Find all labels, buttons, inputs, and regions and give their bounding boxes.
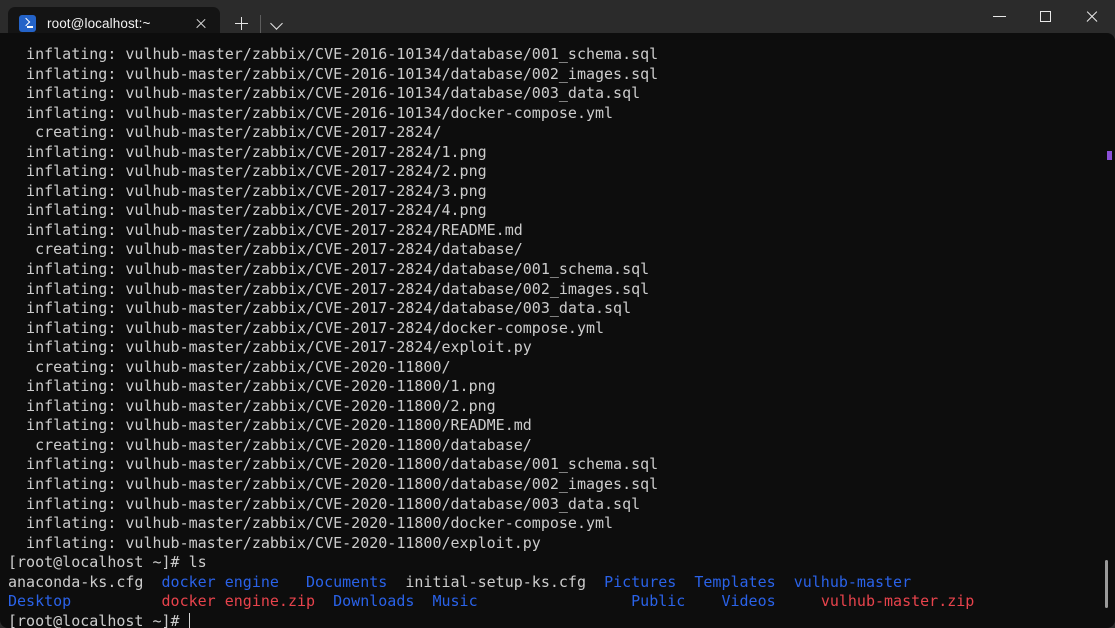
terminal-text: inflating: vulhub-master/zabbix/CVE-2020… <box>8 494 641 513</box>
terminal-line: creating: vulhub-master/zabbix/CVE-2017-… <box>8 240 1098 260</box>
terminal-text: [root@localhost ~]# <box>8 611 189 628</box>
terminal-line: inflating: vulhub-master/zabbix/CVE-2017… <box>8 201 1098 221</box>
terminal-text: creating: vulhub-master/zabbix/CVE-2017-… <box>8 123 442 142</box>
terminal-text: inflating: vulhub-master/zabbix/CVE-2020… <box>8 475 659 494</box>
terminal-line: inflating: vulhub-master/zabbix/CVE-2020… <box>8 455 1098 475</box>
terminal-text: initial-setup-ks.cfg <box>405 572 586 591</box>
text-cursor <box>188 612 191 628</box>
scrollbar-thumb[interactable] <box>1105 560 1108 608</box>
terminal-text: [root@localhost ~]# ls <box>8 553 207 572</box>
terminal-text: inflating: vulhub-master/zabbix/CVE-2020… <box>8 514 614 533</box>
terminal-text: creating: vulhub-master/zabbix/CVE-2020-… <box>8 357 451 376</box>
terminal-prompt-line: [root@localhost ~]# <box>8 612 1098 628</box>
terminal-text: inflating: vulhub-master/zabbix/CVE-2017… <box>8 220 523 239</box>
terminal-line: inflating: vulhub-master/zabbix/CVE-2016… <box>8 65 1098 85</box>
terminal-text: inflating: vulhub-master/zabbix/CVE-2020… <box>8 455 659 474</box>
terminal-text: vulhub-master.zip <box>820 592 975 611</box>
terminal-text: inflating: vulhub-master/zabbix/CVE-2017… <box>8 142 487 161</box>
terminal-text: inflating: vulhub-master/zabbix/CVE-2017… <box>8 318 605 337</box>
terminal-text: creating: vulhub-master/zabbix/CVE-2017-… <box>8 240 523 259</box>
terminal-line: inflating: vulhub-master/zabbix/CVE-2017… <box>8 299 1098 319</box>
terminal-text: Videos <box>721 592 776 611</box>
terminal-text: docker engine <box>161 572 279 591</box>
terminal-text: inflating: vulhub-master/zabbix/CVE-2017… <box>8 181 487 200</box>
terminal-line: inflating: vulhub-master/zabbix/CVE-2017… <box>8 260 1098 280</box>
powershell-icon <box>19 15 36 32</box>
window-close-button[interactable] <box>1069 0 1115 32</box>
terminal-line: inflating: vulhub-master/zabbix/CVE-2016… <box>8 104 1098 124</box>
terminal-line: inflating: vulhub-master/zabbix/CVE-2016… <box>8 45 1098 65</box>
terminal-line: Desktop docker engine.zip Downloads Musi… <box>8 592 1098 612</box>
terminal-line: inflating: vulhub-master/zabbix/CVE-2017… <box>8 143 1098 163</box>
terminal-text: inflating: vulhub-master/zabbix/CVE-2017… <box>8 279 650 298</box>
terminal-line: inflating: vulhub-master/zabbix/CVE-2017… <box>8 280 1098 300</box>
terminal-text: anaconda-ks.cfg <box>8 572 144 591</box>
terminal-line: inflating: vulhub-master/zabbix/CVE-2020… <box>8 495 1098 515</box>
terminal-line: inflating: vulhub-master/zabbix/CVE-2020… <box>8 416 1098 436</box>
terminal-line: inflating: vulhub-master/zabbix/CVE-2017… <box>8 182 1098 202</box>
terminal-pane[interactable]: inflating: vulhub-master/zabbix/CVE-2016… <box>0 33 1115 628</box>
terminal-text: inflating: vulhub-master/zabbix/CVE-2016… <box>8 84 641 103</box>
maximize-button[interactable] <box>1023 0 1069 32</box>
terminal-line: inflating: vulhub-master/zabbix/CVE-2017… <box>8 162 1098 182</box>
terminal-line: creating: vulhub-master/zabbix/CVE-2020-… <box>8 358 1098 378</box>
minimize-button[interactable] <box>977 0 1023 32</box>
terminal-line: [root@localhost ~]# ls <box>8 553 1098 573</box>
terminal-text: Public <box>631 592 686 611</box>
terminal-text: inflating: vulhub-master/zabbix/CVE-2016… <box>8 45 659 63</box>
terminal-text: Pictures <box>604 572 677 591</box>
terminal-text: docker engine.zip <box>161 592 316 611</box>
terminal-text: Documents <box>306 572 388 591</box>
terminal-text: inflating: vulhub-master/zabbix/CVE-2016… <box>8 103 614 122</box>
terminal-line: creating: vulhub-master/zabbix/CVE-2017-… <box>8 123 1098 143</box>
terminal-line: inflating: vulhub-master/zabbix/CVE-2016… <box>8 84 1098 104</box>
terminal-line: inflating: vulhub-master/zabbix/CVE-2020… <box>8 377 1098 397</box>
terminal-text: vulhub-master <box>793 572 912 591</box>
terminal-text: inflating: vulhub-master/zabbix/CVE-2017… <box>8 338 532 357</box>
terminal-output: inflating: vulhub-master/zabbix/CVE-2016… <box>8 45 1098 628</box>
terminal-line: inflating: vulhub-master/zabbix/CVE-2020… <box>8 475 1098 495</box>
terminal-text: inflating: vulhub-master/zabbix/CVE-2017… <box>8 260 650 279</box>
terminal-text: inflating: vulhub-master/zabbix/CVE-2020… <box>8 533 541 552</box>
scrollbar[interactable] <box>1101 33 1113 628</box>
terminal-line: inflating: vulhub-master/zabbix/CVE-2017… <box>8 338 1098 358</box>
terminal-text: Templates <box>694 572 776 591</box>
terminal-line: inflating: vulhub-master/zabbix/CVE-2020… <box>8 514 1098 534</box>
terminal-text: Downloads <box>333 592 415 611</box>
terminal-text: inflating: vulhub-master/zabbix/CVE-2020… <box>8 377 496 396</box>
terminal-line: anaconda-ks.cfg docker engine Documents … <box>8 573 1098 593</box>
terminal-window: root@localhost:~ inflating: vulhub-maste… <box>0 0 1115 628</box>
terminal-text: inflating: vulhub-master/zabbix/CVE-2020… <box>8 416 532 435</box>
scroll-mark-indicator <box>1107 151 1112 160</box>
terminal-text: Music <box>432 592 478 611</box>
terminal-text: inflating: vulhub-master/zabbix/CVE-2017… <box>8 201 487 220</box>
terminal-text: inflating: vulhub-master/zabbix/CVE-2017… <box>8 162 487 181</box>
terminal-text: creating: vulhub-master/zabbix/CVE-2020-… <box>8 435 532 454</box>
terminal-line: inflating: vulhub-master/zabbix/CVE-2017… <box>8 319 1098 339</box>
tab-title: root@localhost:~ <box>47 16 151 31</box>
terminal-line: inflating: vulhub-master/zabbix/CVE-2020… <box>8 534 1098 554</box>
terminal-line: creating: vulhub-master/zabbix/CVE-2020-… <box>8 436 1098 456</box>
terminal-line: inflating: vulhub-master/zabbix/CVE-2017… <box>8 221 1098 241</box>
terminal-text: inflating: vulhub-master/zabbix/CVE-2016… <box>8 64 659 83</box>
terminal-text: inflating: vulhub-master/zabbix/CVE-2017… <box>8 299 632 318</box>
terminal-text: inflating: vulhub-master/zabbix/CVE-2020… <box>8 396 496 415</box>
terminal-line: inflating: vulhub-master/zabbix/CVE-2020… <box>8 397 1098 417</box>
terminal-text: Desktop <box>8 592 72 611</box>
